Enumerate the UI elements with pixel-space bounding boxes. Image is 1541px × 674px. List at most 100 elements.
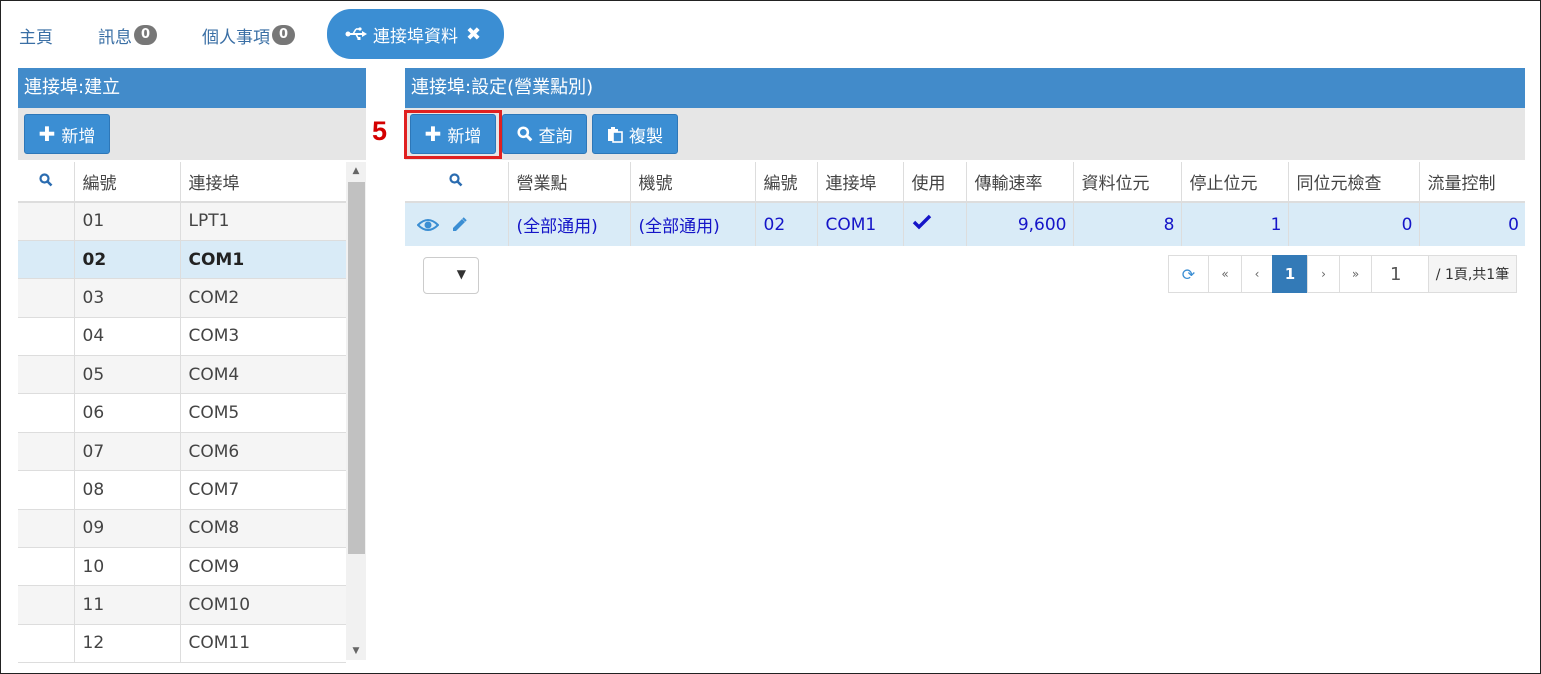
row-port: COM7 — [180, 470, 346, 510]
button-label: 新增 — [61, 126, 96, 147]
button-label: 複製 — [629, 126, 663, 147]
row-id: 10 — [74, 547, 181, 587]
table-row[interactable]: 04 COM3 — [18, 317, 346, 357]
column-header[interactable]: 連接埠 — [817, 162, 904, 203]
eye-icon[interactable] — [416, 218, 440, 232]
column-header[interactable]: 連接埠 — [180, 162, 346, 203]
cell-id: 02 — [755, 202, 818, 246]
plus-icon: ✚ — [38, 122, 56, 146]
first-page-button[interactable]: « — [1208, 255, 1242, 293]
column-header[interactable]: 營業點 — [508, 162, 631, 203]
row-id: 03 — [74, 278, 181, 318]
cell-baud: 9,600 — [966, 202, 1074, 246]
row-id: 09 — [74, 509, 181, 549]
column-header[interactable]: 停止位元 — [1181, 162, 1289, 203]
row-port: COM11 — [180, 624, 346, 664]
table-row[interactable]: (全部通用) (全部通用) 02 COM1 9,600 8 1 0 0 — [405, 202, 1525, 246]
table-row[interactable]: 01 LPT1 — [18, 202, 346, 241]
column-header[interactable]: 傳輸速率 — [966, 162, 1074, 203]
scroll-down-arrow-icon[interactable]: ▼ — [346, 642, 366, 660]
row-id: 07 — [74, 432, 181, 472]
page-size-select[interactable]: ▼ — [423, 257, 479, 294]
table-row[interactable]: 09 COM8 — [18, 509, 346, 549]
column-header[interactable]: 同位元檢查 — [1288, 162, 1420, 203]
row-port: COM10 — [180, 585, 346, 625]
copy-button[interactable]: 複製 — [592, 114, 678, 154]
row-id: 01 — [74, 202, 181, 241]
search-icon — [516, 126, 532, 142]
chevron-down-icon: ▼ — [456, 267, 466, 281]
table-row[interactable]: 05 COM4 — [18, 355, 346, 395]
row-id: 06 — [74, 393, 181, 433]
step-number: 5 — [372, 116, 388, 146]
row-id: 11 — [74, 585, 181, 625]
table-row[interactable]: 03 COM2 — [18, 278, 346, 318]
row-id: 05 — [74, 355, 181, 395]
tab-personal[interactable]: 個人事項 0 — [202, 10, 296, 60]
page-input[interactable]: 1 — [1371, 255, 1429, 293]
scrollbar-thumb[interactable] — [348, 182, 365, 554]
row-id: 02 — [74, 240, 181, 280]
current-page[interactable]: 1 — [1272, 255, 1308, 293]
table-row[interactable]: 10 COM9 — [18, 547, 346, 587]
table-row[interactable]: 08 COM7 — [18, 470, 346, 510]
tab-label: 個人事項 — [202, 27, 271, 48]
cell-flow: 0 — [1419, 202, 1525, 246]
last-page-button[interactable]: » — [1339, 255, 1372, 293]
table-row[interactable]: 07 COM6 — [18, 432, 346, 472]
table-row[interactable]: 02 COM1 — [18, 240, 346, 280]
tab-messages[interactable]: 訊息 0 — [98, 10, 158, 60]
cell-stop-bits: 1 — [1181, 202, 1289, 246]
count-badge: 0 — [134, 25, 158, 45]
column-header[interactable]: 機號 — [630, 162, 756, 203]
pencil-icon[interactable] — [450, 216, 468, 234]
row-port: COM9 — [180, 547, 346, 587]
tab-home[interactable]: 主頁 — [19, 10, 53, 60]
highlight-box — [404, 110, 502, 159]
button-label: 查詢 — [538, 126, 573, 147]
column-header[interactable]: 編號 — [74, 162, 181, 203]
checkmark-icon — [903, 202, 967, 246]
paste-icon — [608, 126, 623, 143]
refresh-icon[interactable]: ⟳ — [1168, 255, 1209, 293]
prev-page-button[interactable]: ‹ — [1241, 255, 1273, 293]
filter-search-icon[interactable] — [405, 162, 509, 203]
scrollbar[interactable]: ▲ ▼ — [346, 162, 366, 660]
column-header[interactable]: 資料位元 — [1073, 162, 1182, 203]
cell-parity: 0 — [1288, 202, 1420, 246]
table-row[interactable]: 12 COM11 — [18, 624, 346, 664]
filter-search-icon[interactable] — [18, 162, 75, 203]
row-port: LPT1 — [180, 202, 346, 241]
left-panel-title: 連接埠:建立 — [18, 68, 366, 108]
port-settings-table: 營業點 機號 編號 連接埠 使用 傳輸速率 資料位元 停止位元 同位元檢查 流量… — [405, 162, 1525, 246]
row-id: 12 — [74, 624, 181, 664]
table-row[interactable]: 11 COM10 — [18, 585, 346, 625]
tab-bar: 主頁 訊息 0 個人事項 0 — [0, 8, 321, 62]
tab-label: 主頁 — [19, 27, 53, 48]
count-badge: 0 — [272, 25, 296, 45]
row-id: 04 — [74, 317, 181, 357]
tab-port-data[interactable]: 連接埠資料 ✖ — [327, 9, 504, 59]
row-id: 08 — [74, 470, 181, 510]
left-add-button[interactable]: ✚ 新增 — [24, 114, 110, 154]
tab-label: 訊息 — [98, 27, 132, 48]
page-info: / 1頁,共1筆 — [1428, 255, 1517, 293]
row-port: COM5 — [180, 393, 346, 433]
cell-port: COM1 — [817, 202, 904, 246]
right-panel-title: 連接埠:設定(營業點別) — [405, 68, 1525, 108]
query-button[interactable]: 查詢 — [502, 114, 587, 154]
pagination: ⟳ « ‹ 1 › » 1 / 1頁,共1筆 — [1168, 255, 1517, 295]
next-page-button[interactable]: › — [1307, 255, 1340, 293]
row-port: COM8 — [180, 509, 346, 549]
cell-machine: (全部通用) — [630, 202, 756, 246]
cell-data-bits: 8 — [1073, 202, 1182, 246]
column-header[interactable]: 使用 — [903, 162, 967, 203]
port-list-table: 編號 連接埠 01 LPT1 02 COM1 03 COM2 04 COM3 05 COM… — [18, 162, 346, 664]
cell-branch: (全部通用) — [508, 202, 631, 246]
scroll-up-arrow-icon[interactable]: ▲ — [346, 162, 366, 180]
table-row[interactable]: 06 COM5 — [18, 393, 346, 433]
row-port: COM4 — [180, 355, 346, 395]
column-header[interactable]: 編號 — [755, 162, 818, 203]
column-header[interactable]: 流量控制 — [1419, 162, 1525, 203]
close-icon[interactable]: ✖ — [466, 24, 481, 45]
